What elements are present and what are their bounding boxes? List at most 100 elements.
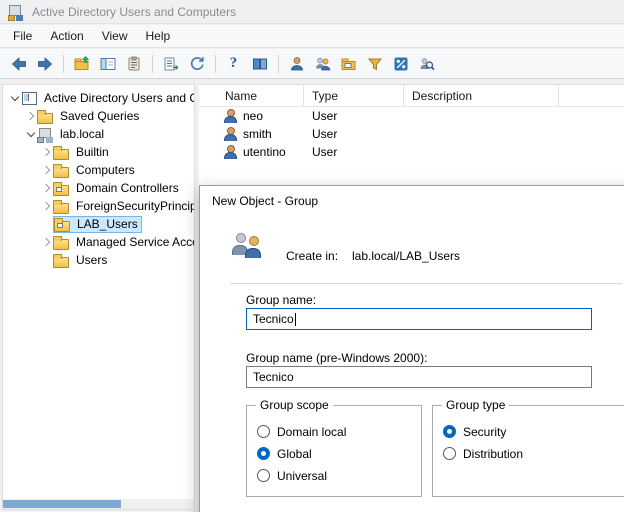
forward-arrow-icon bbox=[37, 56, 53, 72]
scrollbar-thumb[interactable] bbox=[3, 500, 121, 508]
properties-button[interactable] bbox=[121, 52, 146, 76]
tree-item-label: lab.local bbox=[57, 126, 107, 142]
object-type: User bbox=[304, 109, 404, 123]
chevron-expanded-icon[interactable] bbox=[25, 128, 37, 140]
chevron-placeholder bbox=[41, 218, 53, 230]
advanced-button[interactable] bbox=[388, 52, 413, 76]
radio-distribution[interactable]: Distribution bbox=[443, 446, 624, 461]
folder-icon bbox=[37, 109, 54, 124]
back-arrow-icon bbox=[11, 56, 27, 72]
chevron-collapsed-icon[interactable] bbox=[41, 182, 53, 194]
tree-item-managed-service-accounts[interactable]: Managed Service Accounts bbox=[3, 233, 194, 251]
new-ou-icon bbox=[341, 56, 357, 72]
text-cursor bbox=[295, 313, 296, 326]
domain-icon bbox=[37, 127, 54, 142]
find-users-icon bbox=[419, 56, 435, 72]
radio-universal[interactable]: Universal bbox=[257, 468, 421, 483]
create-in-value: lab.local/LAB_Users bbox=[352, 249, 460, 263]
menu-action[interactable]: Action bbox=[41, 26, 92, 46]
up-one-level-button[interactable] bbox=[69, 52, 94, 76]
find-button[interactable] bbox=[414, 52, 439, 76]
column-header-type[interactable]: Type bbox=[304, 85, 404, 106]
new-ou-button[interactable] bbox=[336, 52, 361, 76]
tree-item-label: Saved Queries bbox=[57, 108, 142, 124]
group-type-label: Group type bbox=[442, 398, 509, 412]
percent-icon bbox=[393, 56, 409, 72]
clipboard-icon bbox=[126, 56, 142, 72]
person-front-icon bbox=[245, 236, 261, 260]
toolbar-separator bbox=[152, 55, 153, 73]
export-list-button[interactable] bbox=[158, 52, 183, 76]
column-header-name[interactable]: Name bbox=[199, 85, 304, 106]
group-type-groupbox: Group type Security Distribution bbox=[432, 405, 624, 497]
create-in-label: Create in: bbox=[286, 249, 338, 263]
help-topics-button[interactable] bbox=[247, 52, 272, 76]
new-user-icon bbox=[289, 56, 305, 72]
set-filter-button[interactable] bbox=[362, 52, 387, 76]
app-icon[interactable] bbox=[8, 4, 24, 20]
chevron-collapsed-icon[interactable] bbox=[41, 200, 53, 212]
tree-item-foreign-security-principals[interactable]: ForeignSecurityPrincipals bbox=[3, 197, 194, 215]
selected-tree-item: LAB_Users bbox=[53, 216, 142, 233]
tree-item-computers[interactable]: Computers bbox=[3, 161, 194, 179]
tree-item-label: Computers bbox=[73, 162, 138, 178]
radio-checked-icon bbox=[257, 447, 270, 460]
tree-item-builtin[interactable]: Builtin bbox=[3, 143, 194, 161]
chevron-collapsed-icon[interactable] bbox=[41, 164, 53, 176]
group-name-input[interactable]: Tecnico bbox=[246, 308, 592, 330]
dialog-divider bbox=[230, 283, 622, 284]
chevron-collapsed-icon[interactable] bbox=[41, 146, 53, 158]
tree-item-label: LAB_Users bbox=[74, 217, 141, 231]
tree-item-users[interactable]: Users bbox=[3, 251, 194, 269]
tree-item-label: Builtin bbox=[73, 144, 112, 160]
chevron-expanded-icon[interactable] bbox=[9, 92, 21, 104]
window-title: Active Directory Users and Computers bbox=[32, 5, 236, 19]
tree-item-lab-users[interactable]: LAB_Users bbox=[3, 215, 194, 233]
new-user-button[interactable] bbox=[284, 52, 309, 76]
help-button[interactable]: ? bbox=[221, 52, 246, 76]
menu-help[interactable]: Help bbox=[137, 26, 180, 46]
console-root-icon bbox=[21, 91, 38, 106]
group-name-label: Group name: bbox=[246, 293, 316, 307]
list-row-neo[interactable]: neo User bbox=[199, 107, 624, 125]
chevron-collapsed-icon[interactable] bbox=[41, 236, 53, 248]
radio-label: Domain local bbox=[277, 425, 346, 439]
tree-item-saved-queries[interactable]: Saved Queries bbox=[3, 107, 194, 125]
chevron-collapsed-icon[interactable] bbox=[25, 110, 37, 122]
console-tree-pane: Active Directory Users and Com Saved Que… bbox=[2, 84, 195, 510]
tree-item-active-directory-root[interactable]: Active Directory Users and Com bbox=[3, 89, 194, 107]
show-hide-console-tree-button[interactable] bbox=[95, 52, 120, 76]
dialog-title: New Object - Group bbox=[212, 194, 318, 208]
radio-icon bbox=[443, 447, 456, 460]
menu-file[interactable]: File bbox=[4, 26, 41, 46]
group-object-icon bbox=[230, 232, 266, 262]
user-icon bbox=[223, 145, 237, 159]
toolbar: ? bbox=[0, 49, 624, 79]
pre2000-name-input[interactable]: Tecnico bbox=[246, 366, 592, 388]
tree-item-lab-local[interactable]: lab.local bbox=[3, 125, 194, 143]
list-row-smith[interactable]: smith User bbox=[199, 125, 624, 143]
pre2000-name-value: Tecnico bbox=[253, 370, 294, 384]
group-scope-groupbox: Group scope Domain local Global Universa… bbox=[246, 405, 422, 497]
list-row-utentino[interactable]: utentino User bbox=[199, 143, 624, 161]
menu-view[interactable]: View bbox=[93, 26, 137, 46]
radio-security[interactable]: Security bbox=[443, 424, 624, 439]
column-header-description[interactable]: Description bbox=[404, 85, 559, 106]
radio-label: Security bbox=[463, 425, 506, 439]
folder-icon bbox=[53, 199, 70, 214]
toolbar-separator bbox=[278, 55, 279, 73]
radio-global[interactable]: Global bbox=[257, 446, 421, 461]
radio-label: Global bbox=[277, 447, 312, 461]
back-button[interactable] bbox=[6, 52, 31, 76]
radio-icon bbox=[257, 425, 270, 438]
new-group-button[interactable] bbox=[310, 52, 335, 76]
user-icon bbox=[223, 127, 237, 141]
refresh-button[interactable] bbox=[184, 52, 209, 76]
radio-domain-local[interactable]: Domain local bbox=[257, 424, 421, 439]
tree-horizontal-scrollbar[interactable] bbox=[3, 499, 194, 509]
user-icon bbox=[223, 109, 237, 123]
refresh-icon bbox=[189, 56, 205, 72]
tree-item-domain-controllers[interactable]: Domain Controllers bbox=[3, 179, 194, 197]
radio-label: Distribution bbox=[463, 447, 523, 461]
forward-button[interactable] bbox=[32, 52, 57, 76]
